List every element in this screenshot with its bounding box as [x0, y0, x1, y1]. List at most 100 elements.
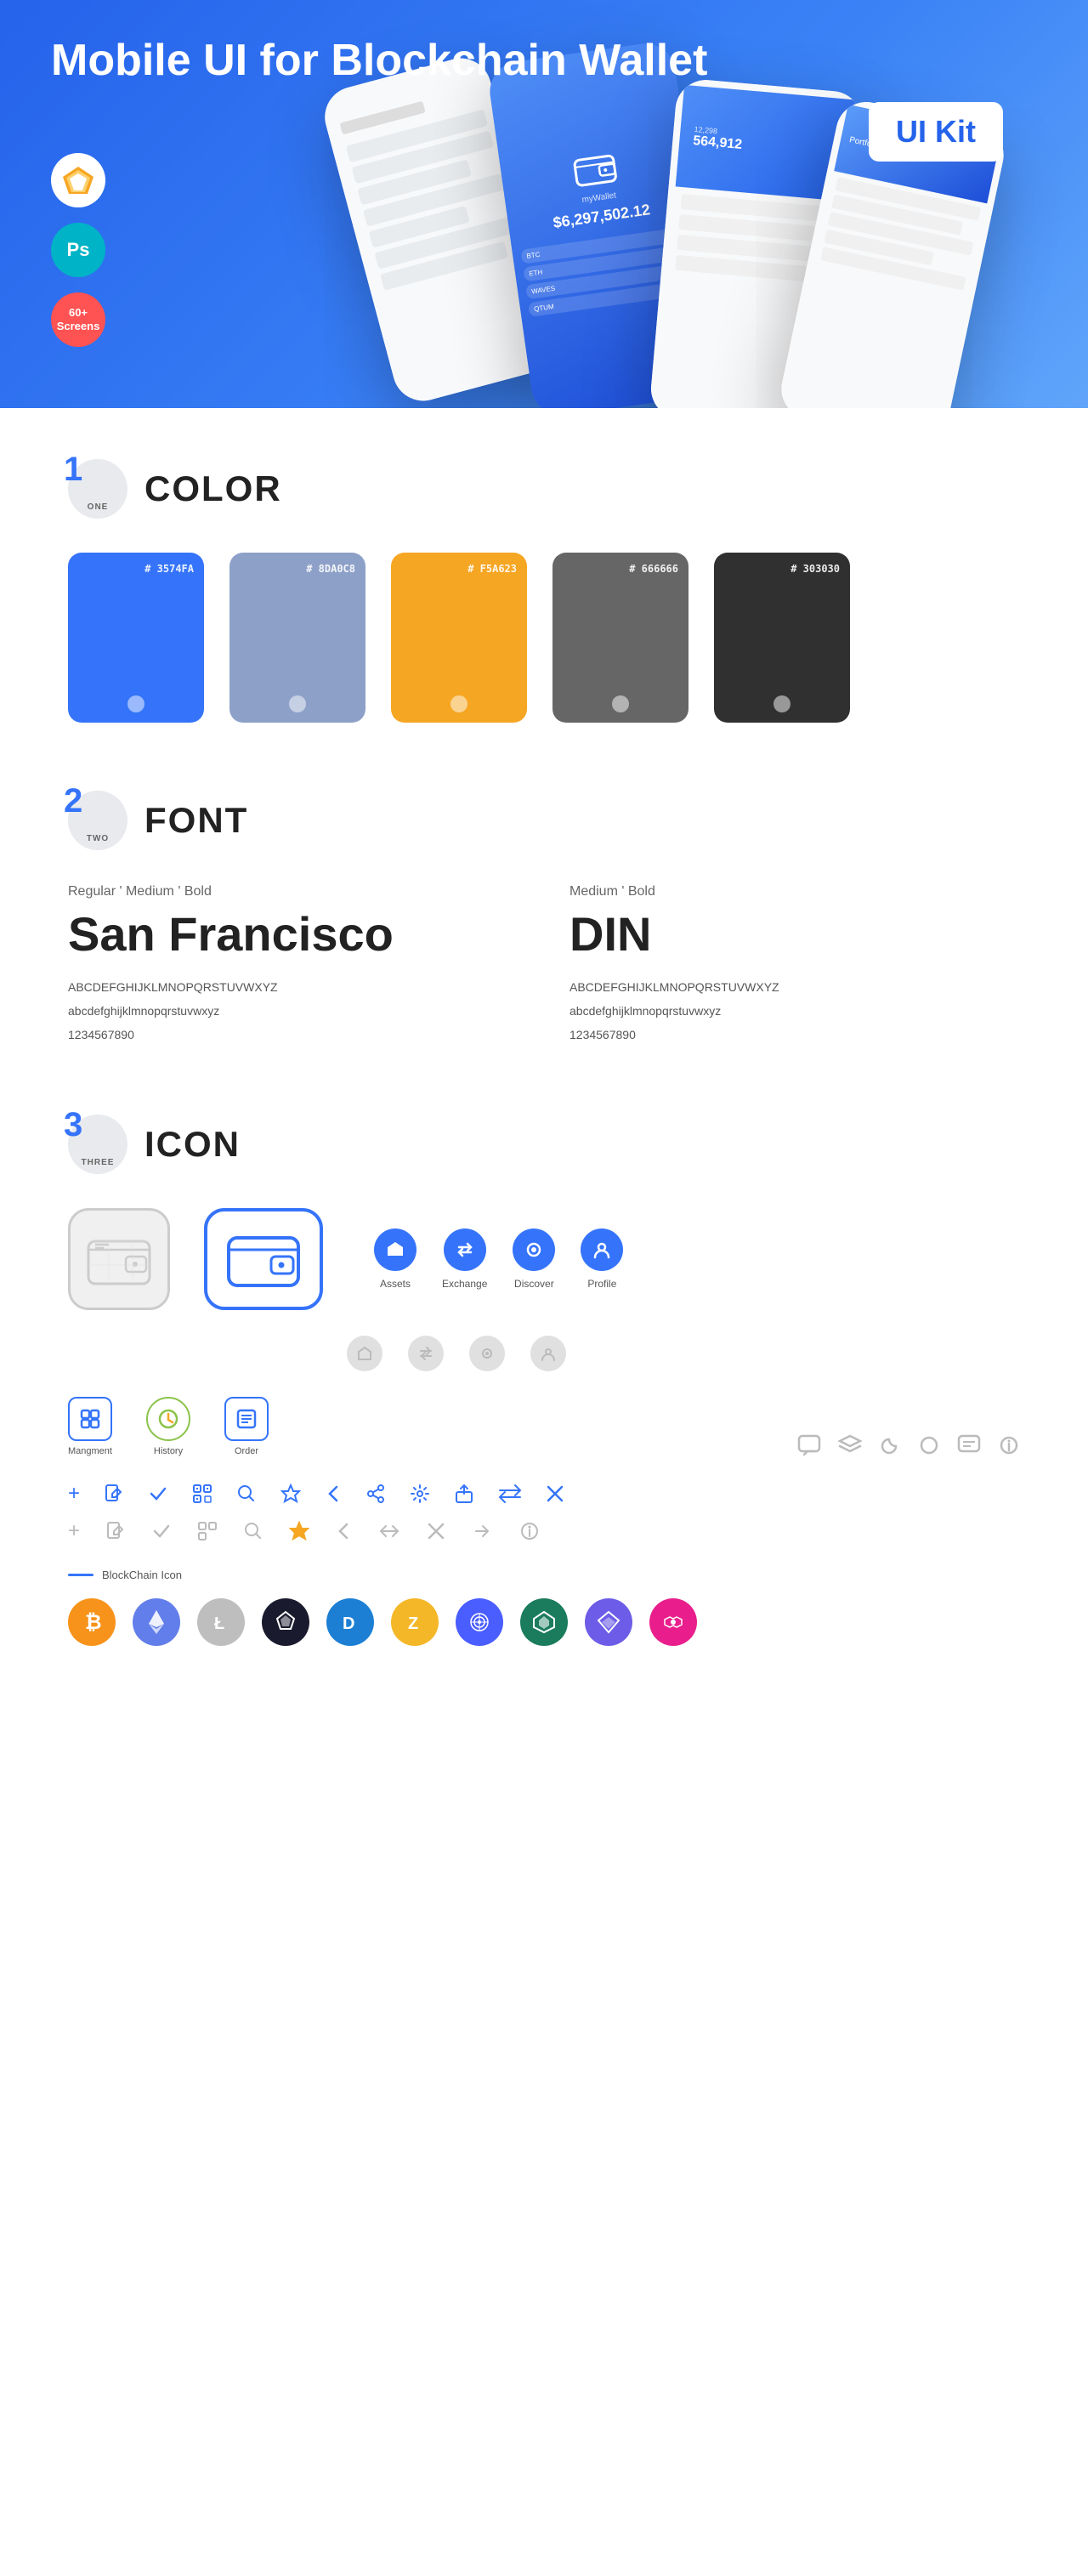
order-icon-item: Order: [224, 1397, 269, 1456]
section-number-2: 2 TWO: [68, 791, 128, 850]
zcash-logo: Z: [391, 1598, 439, 1646]
share-icon: [366, 1484, 386, 1504]
stratis-logo: [262, 1598, 309, 1646]
ui-kit-badge: UI Kit: [869, 102, 1003, 162]
qr-icon-gray: [197, 1521, 218, 1541]
svg-text:₿: ₿: [85, 1611, 102, 1634]
discover-icon: [513, 1228, 555, 1271]
nav-exchange: Exchange: [442, 1228, 487, 1290]
history-icon-item: History: [146, 1397, 190, 1456]
check-icon: [148, 1484, 168, 1504]
hero-title: Mobile UI for Blockchain Wallet: [51, 34, 707, 87]
blockchain-text: BlockChain Icon: [102, 1569, 182, 1581]
moon-icon-gray: [879, 1434, 901, 1456]
sketch-badge: [51, 153, 105, 207]
litecoin-logo: Ł: [197, 1598, 245, 1646]
order-icon: [224, 1397, 269, 1441]
font-title: FONT: [144, 800, 248, 841]
vertcoin-logo: [585, 1598, 632, 1646]
icon-nav-group-gray: [347, 1336, 566, 1371]
icon-main-row: Assets Exchange: [68, 1208, 1020, 1310]
star-icon: [280, 1484, 301, 1504]
search-icon-gray: [243, 1521, 264, 1541]
screens-badge: 60+Screens: [51, 292, 105, 347]
profile-icon-gray: [530, 1336, 566, 1371]
icon-title: ICON: [144, 1124, 241, 1165]
discover-icon-gray: [469, 1336, 505, 1371]
font-sf: Regular ' Medium ' Bold San Francisco AB…: [68, 884, 518, 1047]
small-icon-row-1: [797, 1434, 1020, 1456]
polygon-logo: [649, 1598, 697, 1646]
qr-icon: [192, 1484, 212, 1504]
svg-text:D: D: [343, 1614, 354, 1633]
main-content: 1 ONE COLOR # 3574FA # 8DA0C8 # F5A623 #…: [0, 408, 1088, 1765]
chat-icon-gray: [797, 1434, 821, 1456]
nav-profile: Profile: [581, 1228, 623, 1290]
color-title: COLOR: [144, 468, 282, 509]
color-swatch-lavender: # 8DA0C8: [230, 553, 366, 723]
photoshop-badge: Ps: [51, 223, 105, 277]
blockchain-line: [68, 1574, 94, 1576]
export-icon: [454, 1484, 474, 1504]
x-icon-gray: [427, 1522, 445, 1540]
bitcoin-logo: ₿: [68, 1598, 116, 1646]
close-icon: [546, 1484, 564, 1503]
color-swatch-dark: # 303030: [714, 553, 850, 723]
color-section: 1 ONE COLOR # 3574FA # 8DA0C8 # F5A623 #…: [68, 459, 1020, 723]
svg-text:Ł: Ł: [214, 1614, 224, 1633]
util-icons-row-1: +: [68, 1482, 1020, 1506]
arrow-icon-gray: [471, 1521, 493, 1541]
plus-icon-gray: +: [68, 1519, 80, 1543]
tool-badges: Ps 60+Screens: [51, 153, 105, 347]
exchange-icon: [444, 1228, 486, 1271]
icon-row-gray-nav: [68, 1336, 1020, 1371]
profile-icon: [581, 1228, 623, 1271]
ethereum-logo: [133, 1598, 180, 1646]
chevron-left-icon-gray: [335, 1521, 352, 1541]
blockchain-label: BlockChain Icon: [68, 1569, 1020, 1581]
chevron-left-icon: [325, 1484, 342, 1504]
color-swatch-orange: # F5A623: [391, 553, 527, 723]
swap-icon: [498, 1484, 522, 1504]
info-icon-gray: [998, 1434, 1020, 1456]
font-din: Medium ' Bold DIN ABCDEFGHIJKLMNOPQRSTUV…: [570, 884, 1020, 1047]
assets-icon-gray: [347, 1336, 382, 1371]
font-section-header: 2 TWO FONT: [68, 791, 1020, 850]
management-icon-item: Mangment: [68, 1397, 112, 1456]
nav-discover: Discover: [513, 1228, 555, 1290]
arrows-lr-icon-gray: [377, 1521, 401, 1541]
wallet-icon-gray-outline: [68, 1208, 170, 1310]
font-section: 2 TWO FONT Regular ' Medium ' Bold San F…: [68, 791, 1020, 1047]
doc-edit-icon: [104, 1484, 124, 1504]
message-icon-gray: [957, 1434, 981, 1456]
nem-logo: [520, 1598, 568, 1646]
color-swatches: # 3574FA # 8DA0C8 # F5A623 # 666666 # 30…: [68, 553, 1020, 723]
wallet-icon-blue: [204, 1208, 323, 1310]
outline-icons-row: +: [68, 1519, 1020, 1543]
history-icon: [146, 1397, 190, 1441]
icon-tab-row: Mangment History: [68, 1397, 1020, 1456]
assets-icon: [374, 1228, 416, 1271]
monero-logo: [456, 1598, 503, 1646]
doc-edit-icon-gray: [105, 1521, 126, 1541]
nav-assets: Assets: [374, 1228, 416, 1290]
plus-icon: +: [68, 1482, 80, 1506]
check-icon-gray: [151, 1521, 172, 1541]
color-swatch-gray: # 666666: [552, 553, 688, 723]
icon-nav-group: Assets Exchange: [374, 1228, 623, 1290]
info-icon-gray-2: [518, 1520, 541, 1542]
svg-text:Z: Z: [408, 1614, 418, 1633]
management-icon: [68, 1397, 112, 1441]
dash-logo: D: [326, 1598, 374, 1646]
section-number-1: 1 ONE: [68, 459, 128, 519]
settings-icon: [410, 1484, 430, 1504]
color-swatch-blue: # 3574FA: [68, 553, 204, 723]
font-grid: Regular ' Medium ' Bold San Francisco AB…: [68, 884, 1020, 1047]
exchange-icon-gray: [408, 1336, 444, 1371]
crypto-logos: ₿ Ł: [68, 1598, 1020, 1646]
color-section-header: 1 ONE COLOR: [68, 459, 1020, 519]
hero-section: Mobile UI for Blockchain Wallet UI Kit P…: [0, 0, 1088, 408]
search-icon: [236, 1484, 257, 1504]
layers-icon-gray: [838, 1434, 862, 1456]
section-number-3: 3 THREE: [68, 1115, 128, 1174]
